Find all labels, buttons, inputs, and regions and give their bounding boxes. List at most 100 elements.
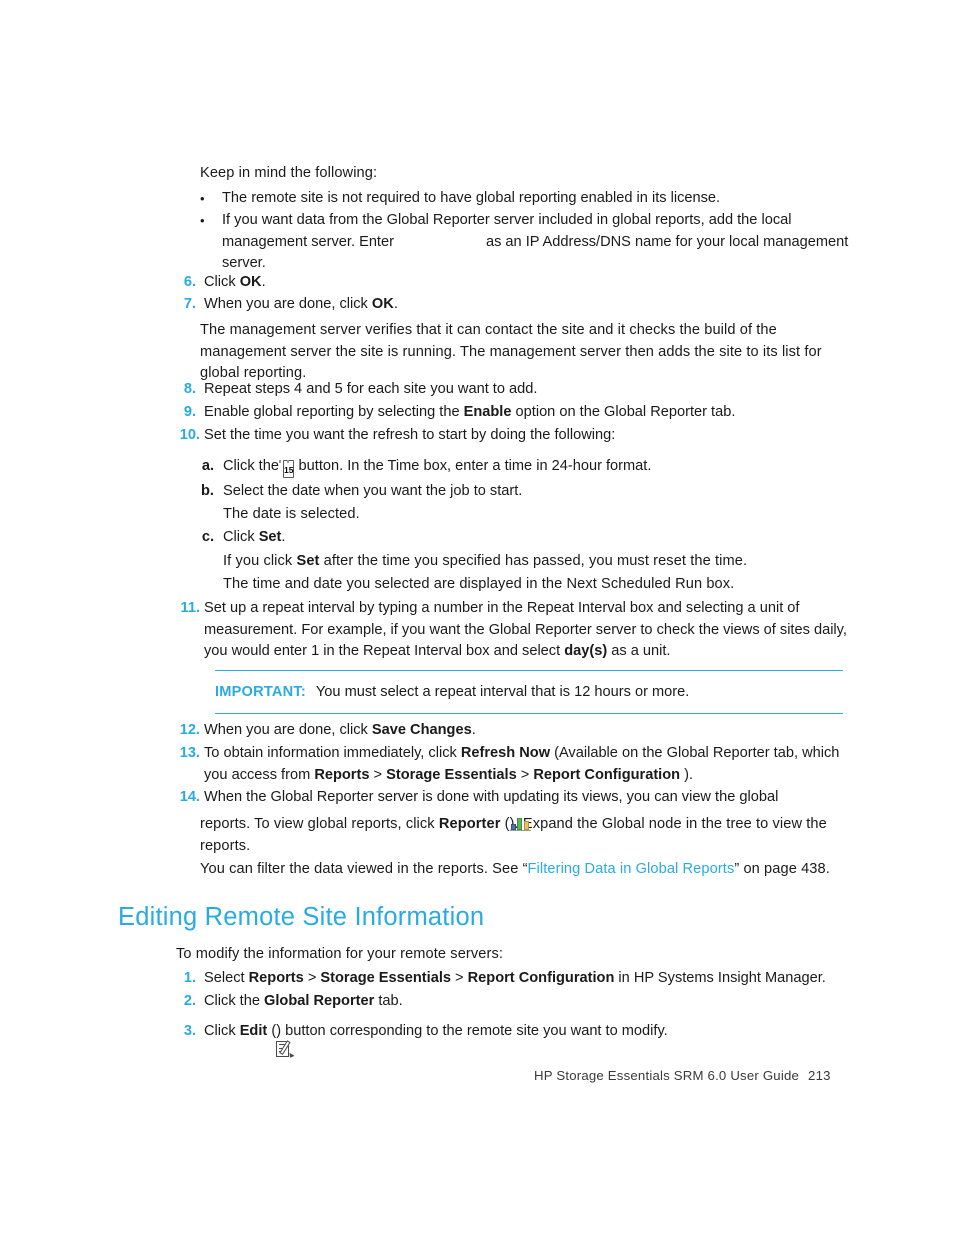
- step-9: 9. Enable global reporting by selecting …: [170, 402, 850, 424]
- edit-step-3-mid: (: [267, 1023, 277, 1039]
- step-12: 12. When you are done, click Save Change…: [170, 720, 850, 742]
- intro-paragraph: Keep in mind the following:: [200, 165, 378, 181]
- step-13-sep-2: >: [516, 766, 534, 783]
- substep-c-pre: Click: [223, 529, 259, 545]
- step-14-number: 14.: [179, 789, 200, 805]
- page-title: Editing Remote Site Information: [118, 903, 485, 931]
- cross-reference-link[interactable]: Filtering Data in Global Reports: [528, 861, 735, 877]
- step-10-number: 10.: [179, 427, 200, 443]
- substep-a-body: Click the 15 button. In the Time box, en…: [223, 456, 848, 481]
- step-9-pre: Enable global reporting by selecting the: [204, 404, 464, 420]
- bullet-item-2: • If you want data from the Global Repor…: [200, 210, 850, 275]
- substep-c-cont1-pre: If you click: [223, 553, 297, 569]
- step-7-continuation: The management server verifies that it c…: [200, 322, 822, 381]
- step-7-body: When you are done, click OK.: [204, 294, 850, 316]
- step-14-line-2: reports. To view global reports, click R…: [200, 814, 848, 857]
- step-13-bold-report-configuration: Report Configuration: [533, 766, 681, 783]
- step-6-pre: Click: [204, 274, 240, 290]
- bullet-marker-icon: •: [200, 213, 205, 228]
- filter-note-pre: You can filter the data viewed in the re…: [200, 861, 528, 877]
- edit-step-2-bold-global-reporter: Global Reporter: [264, 993, 375, 1009]
- important-note-text: You must select a repeat interval that i…: [315, 684, 690, 700]
- edit-step-2-pre: Click the: [204, 993, 265, 1009]
- document-page: Keep in mind the following: • The remote…: [0, 0, 954, 1235]
- edit-step-1: 1. Select Reports > Storage Essentials >…: [170, 968, 850, 990]
- step-13-number: 13.: [179, 745, 200, 761]
- substep-c-continuation-1: If you click Set after the time you spec…: [223, 551, 843, 573]
- step-8-body: Repeat steps 4 and 5 for each site you w…: [204, 381, 538, 397]
- bullet-text-1: The remote site is not required to have …: [222, 190, 721, 206]
- edit-step-1-bold-storage-essentials: Storage Essentials: [320, 970, 451, 986]
- footer-page-number: 213: [808, 1068, 831, 1083]
- substep-a-letter: a.: [201, 458, 214, 474]
- section-intro: To modify the information for your remot…: [176, 946, 503, 962]
- substep-b-letter: b.: [201, 483, 214, 499]
- edit-step-1-sep-2: >: [451, 970, 468, 986]
- edit-step-3-bold-edit: Edit: [239, 1023, 268, 1039]
- edit-step-3-body: Click Edit () button corresponding to th…: [204, 1021, 850, 1060]
- substep-a-pre: Click the: [223, 458, 284, 474]
- step-6: 6. Click OK.: [170, 272, 850, 294]
- step-14-line-1: When the Global Reporter server is done …: [204, 789, 779, 805]
- edit-step-1-sep-1: >: [303, 970, 321, 986]
- step-8: 8. Repeat steps 4 and 5 for each site yo…: [170, 379, 850, 401]
- substep-c-letter: c.: [201, 529, 214, 545]
- step-7-pre: When you are done, click: [204, 296, 372, 312]
- step-11: 11. Set up a repeat interval by typing a…: [170, 598, 850, 663]
- step-7-number: 7.: [183, 296, 196, 312]
- step-11-pre: Set up a repeat interval by typing a num…: [204, 600, 847, 659]
- step-13-post: ).: [680, 766, 694, 783]
- step-11-bold: day(s): [564, 643, 608, 659]
- step-13-bold-storage-essentials: Storage Essentials: [386, 766, 517, 783]
- step-11-body: Set up a repeat interval by typing a num…: [204, 598, 850, 663]
- step-11-post: as a unit.: [607, 643, 671, 659]
- important-note-label: IMPORTANT:: [215, 684, 306, 700]
- step-11-number: 11.: [180, 600, 200, 616]
- step-12-number: 12.: [179, 722, 200, 738]
- edit-step-3: 3. Click Edit () button corresponding to…: [170, 1021, 850, 1060]
- step-9-body: Enable global reporting by selecting the…: [204, 402, 850, 424]
- step-6-post: .: [261, 274, 266, 290]
- edit-step-3-number: 3.: [183, 1023, 196, 1039]
- footer-guide-title: HP Storage Essentials SRM 6.0 User Guide: [534, 1068, 800, 1083]
- bullet-item-1: • The remote site is not required to hav…: [200, 188, 850, 210]
- step-13-sep-1: >: [369, 766, 387, 783]
- edit-step-2-number: 2.: [183, 993, 196, 1009]
- edit-step-3-post: ) button corresponding to the remote sit…: [276, 1023, 668, 1039]
- substep-a: a. Click the 15 button. In the Time box,…: [198, 456, 848, 481]
- edit-step-1-post: in HP Systems Insight Manager.: [614, 970, 826, 986]
- substep-b-continuation: The date is selected.: [223, 506, 360, 522]
- substep-b: b. Select the date when you want the job…: [198, 481, 848, 503]
- step-9-post: option on the Global Reporter tab.: [511, 404, 736, 420]
- substep-b-body: Select the date when you want the job to…: [223, 483, 523, 499]
- filter-note-post: ” on page 438.: [734, 861, 830, 877]
- step-7: 7. When you are done, click OK.: [170, 294, 850, 316]
- page-footer: HP Storage Essentials SRM 6.0 User Guide…: [534, 1068, 831, 1083]
- substep-c-continuation-2: The time and date you selected are displ…: [223, 576, 735, 592]
- step-10-body: Set the time you want the refresh to sta…: [204, 427, 616, 443]
- step-13-body: To obtain information immediately, click…: [204, 743, 850, 786]
- step-10: 10. Set the time you want the refresh to…: [170, 425, 850, 447]
- step-13-bold-refresh-now: Refresh Now: [460, 745, 551, 761]
- edit-step-2-post: tab.: [374, 993, 403, 1009]
- edit-step-1-bold-report-configuration: Report Configuration: [467, 970, 615, 986]
- bullet-marker-icon: •: [200, 191, 205, 206]
- step-6-number: 6.: [183, 274, 196, 290]
- edit-step-2-body: Click the Global Reporter tab.: [204, 991, 850, 1013]
- step-12-post: .: [471, 722, 476, 738]
- substep-c: c. Click Set.: [198, 527, 848, 549]
- step-7-post: .: [393, 296, 398, 312]
- step-9-bold: Enable: [463, 404, 512, 420]
- substep-a-post: button. In the Time box, enter a time in…: [294, 458, 652, 474]
- step-14-filter-note: You can filter the data viewed in the re…: [200, 859, 848, 881]
- step-13-bold-reports: Reports: [314, 766, 370, 783]
- step-13: 13. To obtain information immediately, c…: [170, 743, 850, 786]
- step-8-number: 8.: [183, 381, 196, 397]
- step-6-body: Click OK.: [204, 272, 850, 294]
- important-note: IMPORTANT: You must select a repeat inte…: [215, 670, 843, 714]
- step-13-pre: To obtain information immediately, click: [204, 745, 461, 761]
- edit-step-1-pre: Select: [204, 970, 249, 986]
- calendar-15-icon: 15: [283, 459, 295, 481]
- substep-c-cont1-bold: Set: [296, 553, 320, 569]
- edit-step-1-bold-reports: Reports: [248, 970, 304, 986]
